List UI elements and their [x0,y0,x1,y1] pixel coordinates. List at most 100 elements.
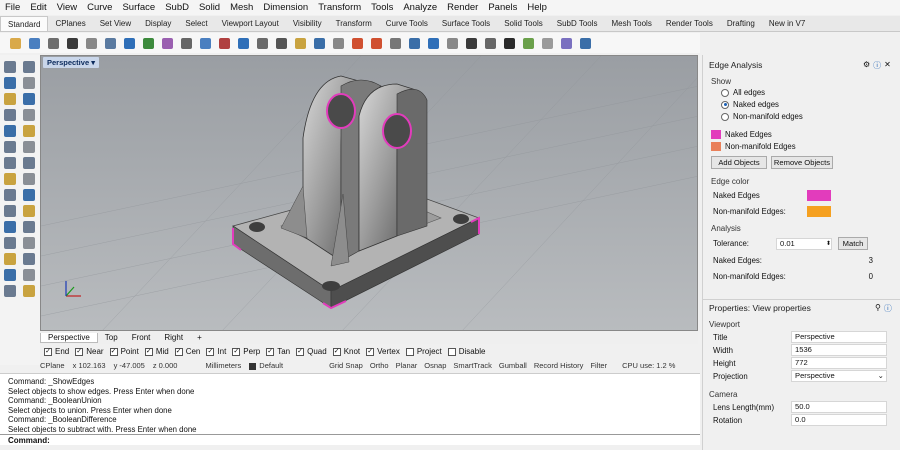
tool-icon[interactable] [23,93,35,105]
layer-icon[interactable] [371,37,382,49]
status-toggle-osnap[interactable]: Osnap [424,361,446,370]
new-icon[interactable] [10,37,21,49]
menu-item-analyze[interactable]: Analyze [398,2,442,13]
tab-mesh-tools[interactable]: Mesh Tools [605,16,659,31]
tool-icon[interactable] [23,253,35,265]
menu-item-file[interactable]: File [0,2,25,13]
menu-item-subd[interactable]: SubD [160,2,194,13]
tool-icon[interactable] [4,61,16,73]
environment-icon[interactable] [504,37,515,49]
menu-item-mesh[interactable]: Mesh [225,2,258,13]
materials-icon[interactable] [485,37,496,49]
pan-icon[interactable] [162,37,173,49]
properties-icon[interactable] [542,37,553,49]
osnap-checkbox[interactable]: ✓ [44,347,52,356]
osnap-checkbox[interactable]: ✓ [332,347,341,356]
osnap-near[interactable]: ✓ Near [75,347,104,356]
copy-icon[interactable] [105,37,116,49]
menu-item-view[interactable]: View [52,2,82,13]
status-toggle-grid-snap[interactable]: Grid Snap [329,361,363,370]
ghosted-icon[interactable] [447,37,458,49]
tool-icon[interactable] [4,285,16,297]
tab-viewport-layout[interactable]: Viewport Layout [215,16,286,31]
display-mode-icon[interactable] [390,37,401,49]
zoom-dynamic-icon[interactable] [276,37,287,49]
radio-button[interactable] [721,100,729,109]
tool-icon[interactable] [4,125,16,137]
osnap-checkbox[interactable]: ✓ [109,347,118,356]
osnap-checkbox[interactable]: ✓ [75,347,84,356]
match-button[interactable]: Match [838,237,868,250]
osnap-int[interactable]: ✓ Int [206,347,226,356]
tool-icon[interactable] [23,285,35,297]
osnap-vertex[interactable]: ✓ Vertex [366,347,400,356]
gear-icon[interactable]: ⚙ [863,60,870,71]
hide-objects-icon[interactable] [314,37,325,49]
osnap-quad[interactable]: ✓ Quad [296,347,327,356]
tool-icon[interactable] [23,189,35,201]
osnap-end[interactable]: ✓ End [44,347,69,356]
viewport-canvas[interactable] [41,56,698,331]
tab-display[interactable]: Display [138,16,178,31]
tab-curve-tools[interactable]: Curve Tools [379,16,435,31]
menu-item-dimension[interactable]: Dimension [258,2,313,13]
tab-drafting[interactable]: Drafting [720,16,762,31]
osnap-checkbox[interactable]: ✓ [296,347,305,356]
units-label[interactable]: Millimeters [205,361,241,370]
tool-icon[interactable] [4,109,16,121]
help-icon[interactable] [580,37,591,49]
open-icon[interactable] [29,37,40,49]
remove-objects-button[interactable]: Remove Objects [771,156,833,169]
radio-button[interactable] [721,88,729,97]
tab-surface-tools[interactable]: Surface Tools [435,16,497,31]
viewport-tab-top[interactable]: Top [98,333,125,342]
spinner-icon[interactable]: ⬍ [826,239,831,249]
paste-icon[interactable] [124,37,135,49]
render-icon[interactable] [466,37,477,49]
chevron-down-icon[interactable]: ⌄ [878,371,884,381]
menu-item-surface[interactable]: Surface [117,2,160,13]
tool-icon[interactable] [23,269,35,281]
rendered-icon[interactable] [428,37,439,49]
viewport-tab-front[interactable]: Front [125,333,158,342]
viewport-tab-perspective[interactable]: Perspective [40,332,98,343]
osnap-cen[interactable]: ✓ Cen [174,347,200,356]
tab-render-tools[interactable]: Render Tools [659,16,720,31]
menu-item-panels[interactable]: Panels [483,2,522,13]
tool-icon[interactable] [4,205,16,217]
osnap-point[interactable]: ✓ Point [109,347,139,356]
radio-button[interactable] [721,112,729,121]
zoom-window-icon[interactable] [219,37,230,49]
zoom-selected-icon[interactable] [257,37,268,49]
menu-item-help[interactable]: Help [522,2,552,13]
perspective-viewport[interactable]: Perspective ▾ [40,55,698,331]
tool-icon[interactable] [4,93,16,105]
menu-item-render[interactable]: Render [442,2,483,13]
tab-subd-tools[interactable]: SubD Tools [550,16,605,31]
options-icon[interactable] [561,37,572,49]
tool-icon[interactable] [4,221,16,233]
save-icon[interactable] [48,37,59,49]
tab-set-view[interactable]: Set View [93,16,138,31]
osnap-mid[interactable]: ✓ Mid [144,347,169,356]
tool-icon[interactable] [23,125,35,137]
tool-icon[interactable] [23,173,35,185]
shaded-icon[interactable] [409,37,420,49]
lock-icon[interactable] [333,37,344,49]
status-toggle-record-history[interactable]: Record History [534,361,584,370]
cut-icon[interactable] [86,37,97,49]
menu-item-solid[interactable]: Solid [194,2,225,13]
grid-icon[interactable] [523,37,534,49]
property-value[interactable]: 50.0 [791,401,887,413]
status-toggle-ortho[interactable]: Ortho [370,361,389,370]
status-toggle-planar[interactable]: Planar [396,361,418,370]
tool-icon[interactable] [23,205,35,217]
tool-icon[interactable] [4,189,16,201]
status-toggle-filter[interactable]: Filter [590,361,607,370]
help-icon[interactable]: ⓘ [873,60,881,71]
command-prompt[interactable]: Command: [0,434,700,445]
tolerance-input[interactable]: 0.01 ⬍ [776,237,832,250]
status-toggle-gumball[interactable]: Gumball [499,361,527,370]
osnap-checkbox[interactable] [405,347,414,356]
show-option-non-manifold-edges[interactable]: Non-manifold edges [721,112,803,121]
